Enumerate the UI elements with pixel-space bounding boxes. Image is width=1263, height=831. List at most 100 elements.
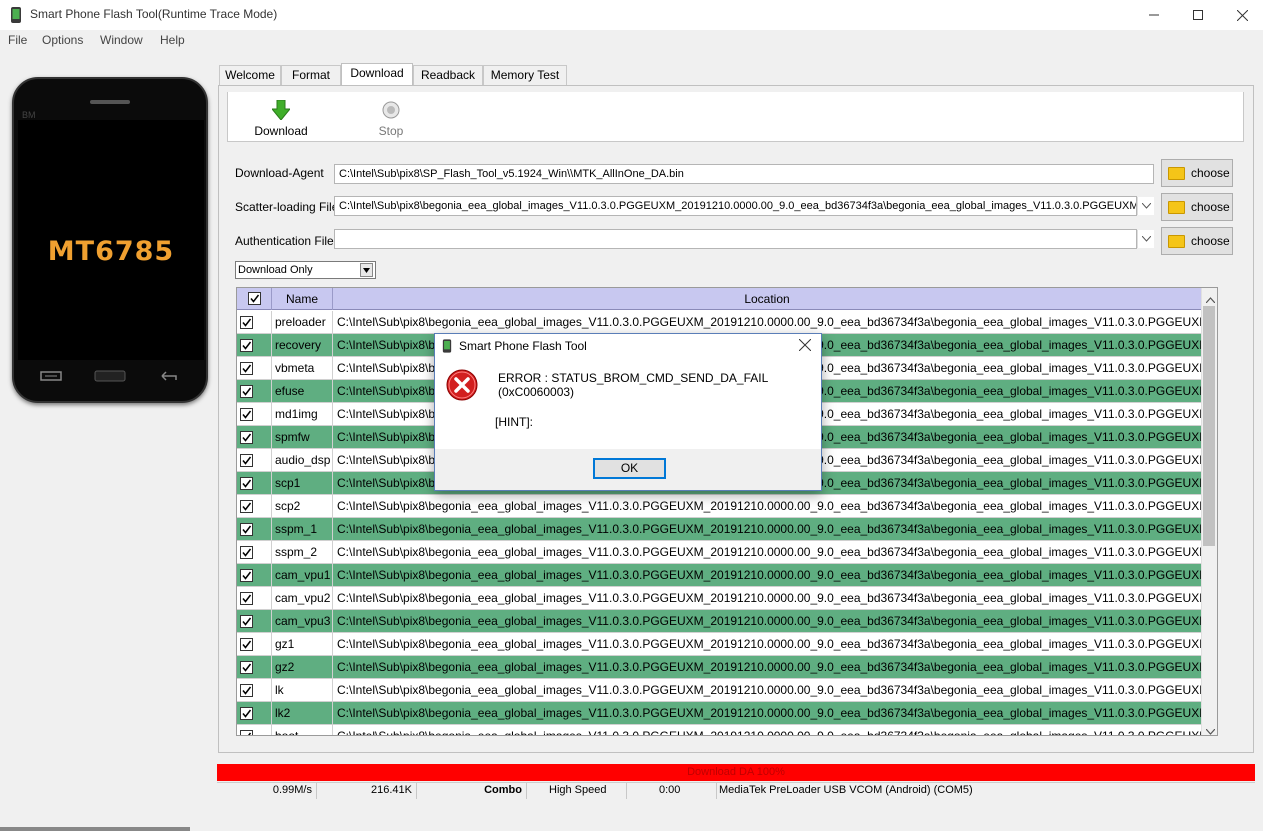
select-all-checkbox[interactable]	[237, 288, 272, 310]
table-row[interactable]: boot C:\Intel\Sub\pix8\begonia_eea_global…	[237, 725, 1201, 735]
table-row[interactable]: cam_vpu1 C:\Intel\Sub\pix8\begonia_eea_gl…	[237, 564, 1201, 587]
row-checkbox[interactable]	[240, 477, 253, 490]
partition-location[interactable]: C:\Intel\Sub\pix8\begonia_eea_global_ima…	[334, 656, 1201, 679]
column-header-name[interactable]: Name	[272, 288, 333, 310]
check-icon	[242, 548, 252, 557]
row-checkbox[interactable]	[240, 569, 253, 582]
row-checkbox-cell	[237, 495, 272, 518]
table-row[interactable]: sspm_1 C:\Intel\Sub\pix8\begonia_eea_glob…	[237, 518, 1201, 541]
row-checkbox-cell	[237, 702, 272, 725]
scroll-down-icon[interactable]	[1205, 724, 1216, 735]
row-checkbox[interactable]	[240, 339, 253, 352]
tab-memory-test[interactable]: Memory Test	[483, 65, 567, 85]
check-icon	[242, 709, 252, 718]
row-checkbox[interactable]	[240, 523, 253, 536]
scatter-file-field[interactable]: C:\Intel\Sub\pix8\begonia_eea_global_ima…	[334, 196, 1137, 216]
auth-file-field[interactable]	[334, 229, 1137, 249]
app-icon	[442, 339, 452, 356]
status-bar: 0.99M/s 216.41K Combo High Speed 0:00 Me…	[217, 782, 1255, 799]
tab-readback[interactable]: Readback	[413, 65, 483, 85]
download-button-label: Download	[254, 124, 308, 138]
tab-format[interactable]: Format	[281, 65, 341, 85]
table-row[interactable]: cam_vpu3 C:\Intel\Sub\pix8\begonia_eea_gl…	[237, 610, 1201, 633]
partition-location[interactable]: C:\Intel\Sub\pix8\begonia_eea_global_ima…	[334, 725, 1201, 735]
row-checkbox[interactable]	[240, 431, 253, 444]
row-checkbox[interactable]	[240, 385, 253, 398]
partition-name: recovery	[273, 334, 333, 357]
row-checkbox[interactable]	[240, 454, 253, 467]
download-mode-value: Download Only	[238, 264, 313, 276]
partition-location[interactable]: C:\Intel\Sub\pix8\begonia_eea_global_ima…	[334, 541, 1201, 564]
error-icon	[446, 369, 478, 404]
row-checkbox[interactable]	[240, 730, 253, 735]
scatter-dropdown-icon[interactable]	[1137, 197, 1154, 215]
scatter-choose-button[interactable]: choose	[1161, 193, 1233, 221]
row-checkbox[interactable]	[240, 684, 253, 697]
table-row[interactable]: preloader C:\Intel\Sub\pix8\begonia_eea_g…	[237, 311, 1201, 334]
table-row[interactable]: cam_vpu2 C:\Intel\Sub\pix8\begonia_eea_gl…	[237, 587, 1201, 610]
menu-options[interactable]: Options	[42, 33, 83, 47]
maximize-button[interactable]	[1175, 0, 1221, 30]
table-row[interactable]: lk C:\Intel\Sub\pix8\begonia_eea_global_i…	[237, 679, 1201, 702]
partition-location[interactable]: C:\Intel\Sub\pix8\begonia_eea_global_ima…	[334, 311, 1201, 334]
check-icon	[242, 594, 252, 603]
close-button[interactable]	[1219, 0, 1263, 30]
row-checkbox-cell	[237, 610, 272, 633]
partition-location[interactable]: C:\Intel\Sub\pix8\begonia_eea_global_ima…	[334, 495, 1201, 518]
download-agent-field[interactable]: C:\Intel\Sub\pix8\SP_Flash_Tool_v5.1924_…	[334, 164, 1154, 184]
partition-name: sspm_1	[273, 518, 333, 541]
auth-choose-button[interactable]: choose	[1161, 227, 1233, 255]
partition-location[interactable]: C:\Intel\Sub\pix8\begonia_eea_global_ima…	[334, 518, 1201, 541]
row-checkbox[interactable]	[240, 500, 253, 513]
row-checkbox[interactable]	[240, 638, 253, 651]
row-checkbox[interactable]	[240, 592, 253, 605]
scrollbar-thumb[interactable]	[1203, 306, 1215, 546]
row-checkbox[interactable]	[240, 408, 253, 421]
stop-button[interactable]: Stop	[366, 98, 416, 140]
table-row[interactable]: scp2 C:\Intel\Sub\pix8\begonia_eea_global…	[237, 495, 1201, 518]
partition-location[interactable]: C:\Intel\Sub\pix8\begonia_eea_global_ima…	[334, 564, 1201, 587]
download-mode-select[interactable]: Download Only	[235, 261, 376, 279]
partition-location[interactable]: C:\Intel\Sub\pix8\begonia_eea_global_ima…	[334, 587, 1201, 610]
partition-location[interactable]: C:\Intel\Sub\pix8\begonia_eea_global_ima…	[334, 633, 1201, 656]
check-icon	[242, 525, 252, 534]
partition-location[interactable]: C:\Intel\Sub\pix8\begonia_eea_global_ima…	[334, 702, 1201, 725]
dialog-close-icon[interactable]	[798, 338, 812, 354]
tab-welcome[interactable]: Welcome	[219, 65, 281, 85]
status-size: 216.41K	[317, 783, 417, 799]
auth-dropdown-icon[interactable]	[1137, 230, 1154, 248]
menu-window[interactable]: Window	[100, 33, 143, 47]
row-checkbox[interactable]	[240, 661, 253, 674]
check-icon	[242, 686, 252, 695]
download-agent-choose-button[interactable]: choose	[1161, 159, 1233, 187]
partition-name: cam_vpu1	[273, 564, 333, 587]
check-icon	[242, 663, 252, 672]
partition-location[interactable]: C:\Intel\Sub\pix8\begonia_eea_global_ima…	[334, 679, 1201, 702]
table-row[interactable]: gz2 C:\Intel\Sub\pix8\begonia_eea_global_…	[237, 656, 1201, 679]
row-checkbox[interactable]	[240, 316, 253, 329]
row-checkbox[interactable]	[240, 615, 253, 628]
download-button[interactable]: Download	[250, 98, 312, 140]
table-row[interactable]: lk2 C:\Intel\Sub\pix8\begonia_eea_global_…	[237, 702, 1201, 725]
menu-help[interactable]: Help	[160, 33, 185, 47]
menu-file[interactable]: File	[8, 33, 27, 47]
tab-download[interactable]: Download	[341, 63, 413, 86]
stop-icon	[382, 101, 400, 122]
table-row[interactable]: sspm_2 C:\Intel\Sub\pix8\begonia_eea_glob…	[237, 541, 1201, 564]
status-type: Combo	[417, 783, 527, 799]
scroll-up-icon[interactable]	[1205, 292, 1216, 306]
row-checkbox[interactable]	[240, 362, 253, 375]
check-icon	[242, 571, 252, 580]
row-checkbox[interactable]	[240, 707, 253, 720]
column-header-location[interactable]: Location	[333, 288, 1201, 310]
minimize-button[interactable]	[1131, 0, 1177, 30]
partition-name: vbmeta	[273, 357, 333, 380]
error-message: ERROR : STATUS_BROM_CMD_SEND_DA_FAIL (0x…	[498, 371, 768, 399]
table-row[interactable]: gz1 C:\Intel\Sub\pix8\begonia_eea_global_…	[237, 633, 1201, 656]
partition-location[interactable]: C:\Intel\Sub\pix8\begonia_eea_global_ima…	[334, 610, 1201, 633]
menu-key-icon	[40, 370, 62, 382]
check-icon	[242, 433, 252, 442]
phone-speaker	[90, 100, 130, 104]
ok-button[interactable]: OK	[593, 458, 666, 479]
row-checkbox[interactable]	[240, 546, 253, 559]
